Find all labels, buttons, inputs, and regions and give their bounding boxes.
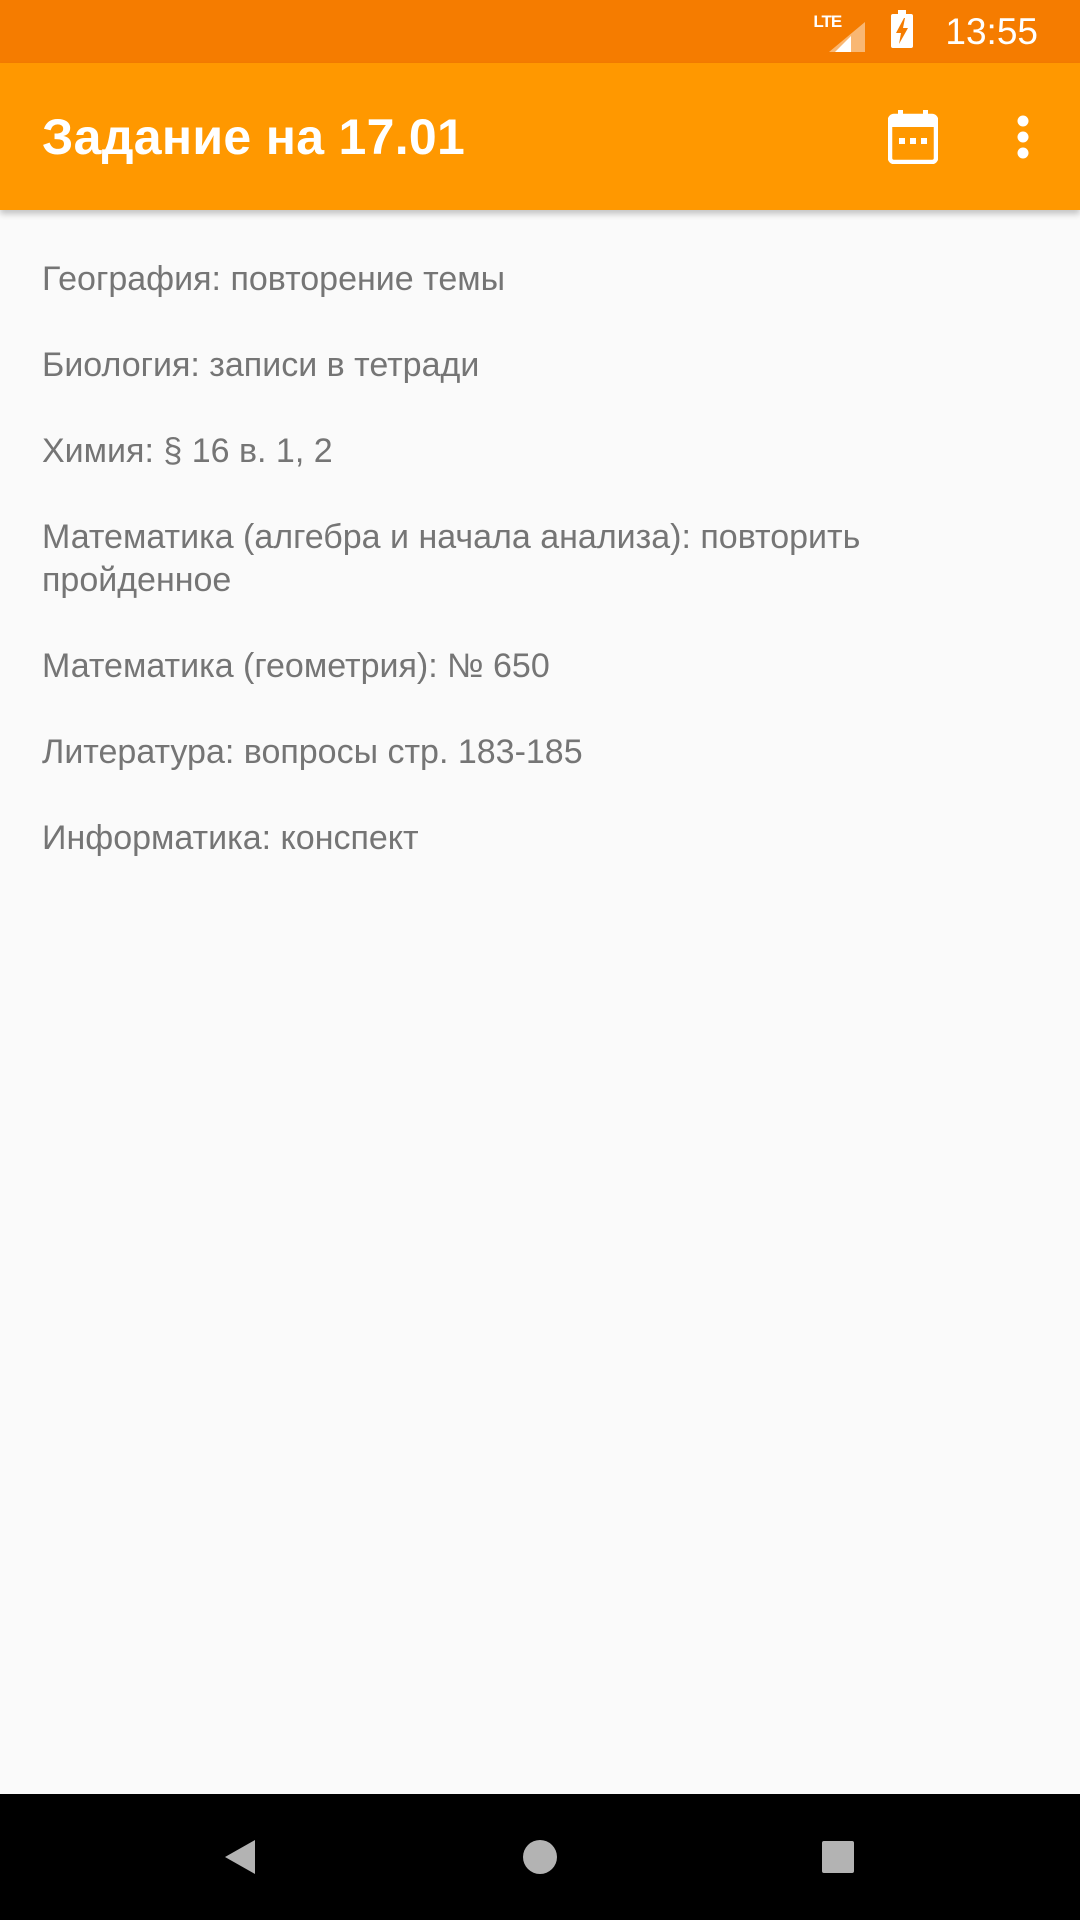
task-item: Химия: § 16 в. 1, 2 (42, 432, 333, 470)
back-button[interactable] (160, 1794, 320, 1920)
task-item: Биология: записи в тетради (42, 346, 480, 384)
page-title: Задание на 17.01 (42, 108, 466, 165)
task-item: Информатика: конспект (42, 819, 419, 857)
task-item: Математика (алгебра и начала анализа): п… (42, 518, 861, 599)
recents-button[interactable] (758, 1794, 918, 1920)
status-bar: LTE 13:55 (0, 0, 1080, 63)
task-item: Математика (геометрия): № 650 (42, 647, 550, 685)
navigation-bar (0, 1794, 1080, 1920)
task-list: География: повторение темы Биология: зап… (0, 210, 1080, 903)
task-item: География: повторение темы (42, 260, 506, 298)
task-item: Литература: вопросы стр. 183-185 (42, 733, 583, 771)
status-time: 13:55 (945, 10, 1038, 52)
status-icons: LTE 13:55 (813, 10, 1038, 53)
home-button[interactable] (460, 1794, 620, 1920)
battery-charging-icon (891, 10, 914, 53)
app-bar: Задание на 17.01 (0, 63, 1080, 210)
calendar-button[interactable] (858, 82, 968, 192)
lte-signal-icon: LTE (813, 12, 866, 52)
home-icon (523, 1840, 557, 1874)
more-options-button[interactable] (968, 82, 1078, 192)
screen: LTE 13:55 Задание на 17.01 География: по… (0, 0, 1080, 1920)
back-icon (225, 1840, 255, 1874)
recents-icon (822, 1841, 854, 1873)
calendar-icon (888, 109, 938, 164)
more-vert-icon (1017, 115, 1029, 158)
